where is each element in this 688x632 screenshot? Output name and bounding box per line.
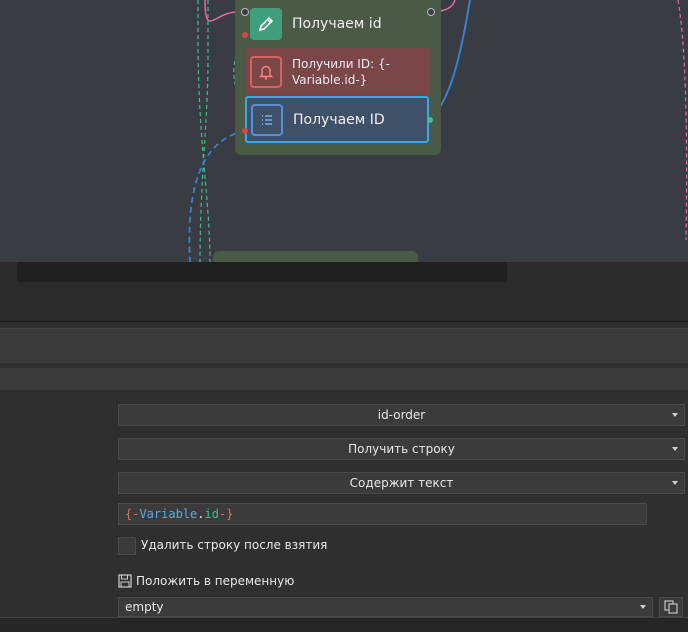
chevron-down-icon: [640, 605, 646, 609]
chevron-down-icon: [672, 413, 678, 417]
node-label: Получили ID: {-Variable.id-}: [292, 56, 390, 87]
save-to-variable-label: Положить в переменную: [136, 574, 295, 588]
status-bar: [0, 617, 688, 632]
chevron-down-icon: [672, 447, 678, 451]
variable-select-value: empty: [125, 600, 164, 614]
token-close: -}: [218, 507, 234, 521]
token-dot: .: [197, 507, 205, 521]
mode-select[interactable]: Содержит текст: [118, 472, 685, 494]
success-port[interactable]: [427, 117, 433, 123]
token-var: Variable: [139, 507, 198, 521]
copy-button[interactable]: [659, 597, 683, 617]
divider: [0, 321, 688, 322]
delete-line-checkbox[interactable]: [118, 537, 136, 555]
source-select-value: id-order: [377, 408, 426, 422]
token-field: id: [204, 507, 219, 521]
flow-canvas[interactable]: Получаем id Получили ID: {-Variable.id-}…: [0, 0, 688, 262]
node-label: Получаем ID: [293, 111, 385, 128]
text-input[interactable]: {- Variable. id -}: [118, 503, 647, 525]
node-get-id[interactable]: Получаем id: [245, 6, 431, 42]
error-port[interactable]: [242, 128, 248, 134]
mode-select-value: Содержит текст: [349, 476, 454, 490]
panel-header-bar: [0, 328, 688, 363]
save-icon: [118, 573, 132, 592]
error-port[interactable]: [242, 32, 248, 38]
node-got-id[interactable]: Получили ID: {-Variable.id-}: [246, 48, 430, 95]
node-label: Получаем id: [292, 16, 382, 32]
chevron-down-icon: [672, 481, 678, 485]
delete-line-label: Удалить строку после взятия: [141, 538, 328, 552]
source-select[interactable]: id-order: [118, 404, 685, 426]
list-icon: [251, 103, 283, 136]
action-select-value: Получить строку: [348, 442, 455, 456]
bell-icon: [250, 55, 282, 88]
node-get-id-selected[interactable]: Получаем ID: [245, 96, 429, 143]
output-port[interactable]: [427, 8, 435, 16]
variable-select[interactable]: empty: [118, 597, 653, 617]
horizontal-scrollbar[interactable]: [17, 262, 507, 282]
next-block[interactable]: [213, 251, 418, 262]
token-open: {-: [125, 507, 140, 521]
action-block[interactable]: Получаем id Получили ID: {-Variable.id-}…: [235, 0, 441, 155]
panel-subheader-bar: [0, 368, 688, 390]
input-port[interactable]: [241, 8, 249, 16]
action-select[interactable]: Получить строку: [118, 438, 685, 460]
copy-icon: [664, 600, 678, 614]
pencil-icon: [250, 8, 282, 40]
